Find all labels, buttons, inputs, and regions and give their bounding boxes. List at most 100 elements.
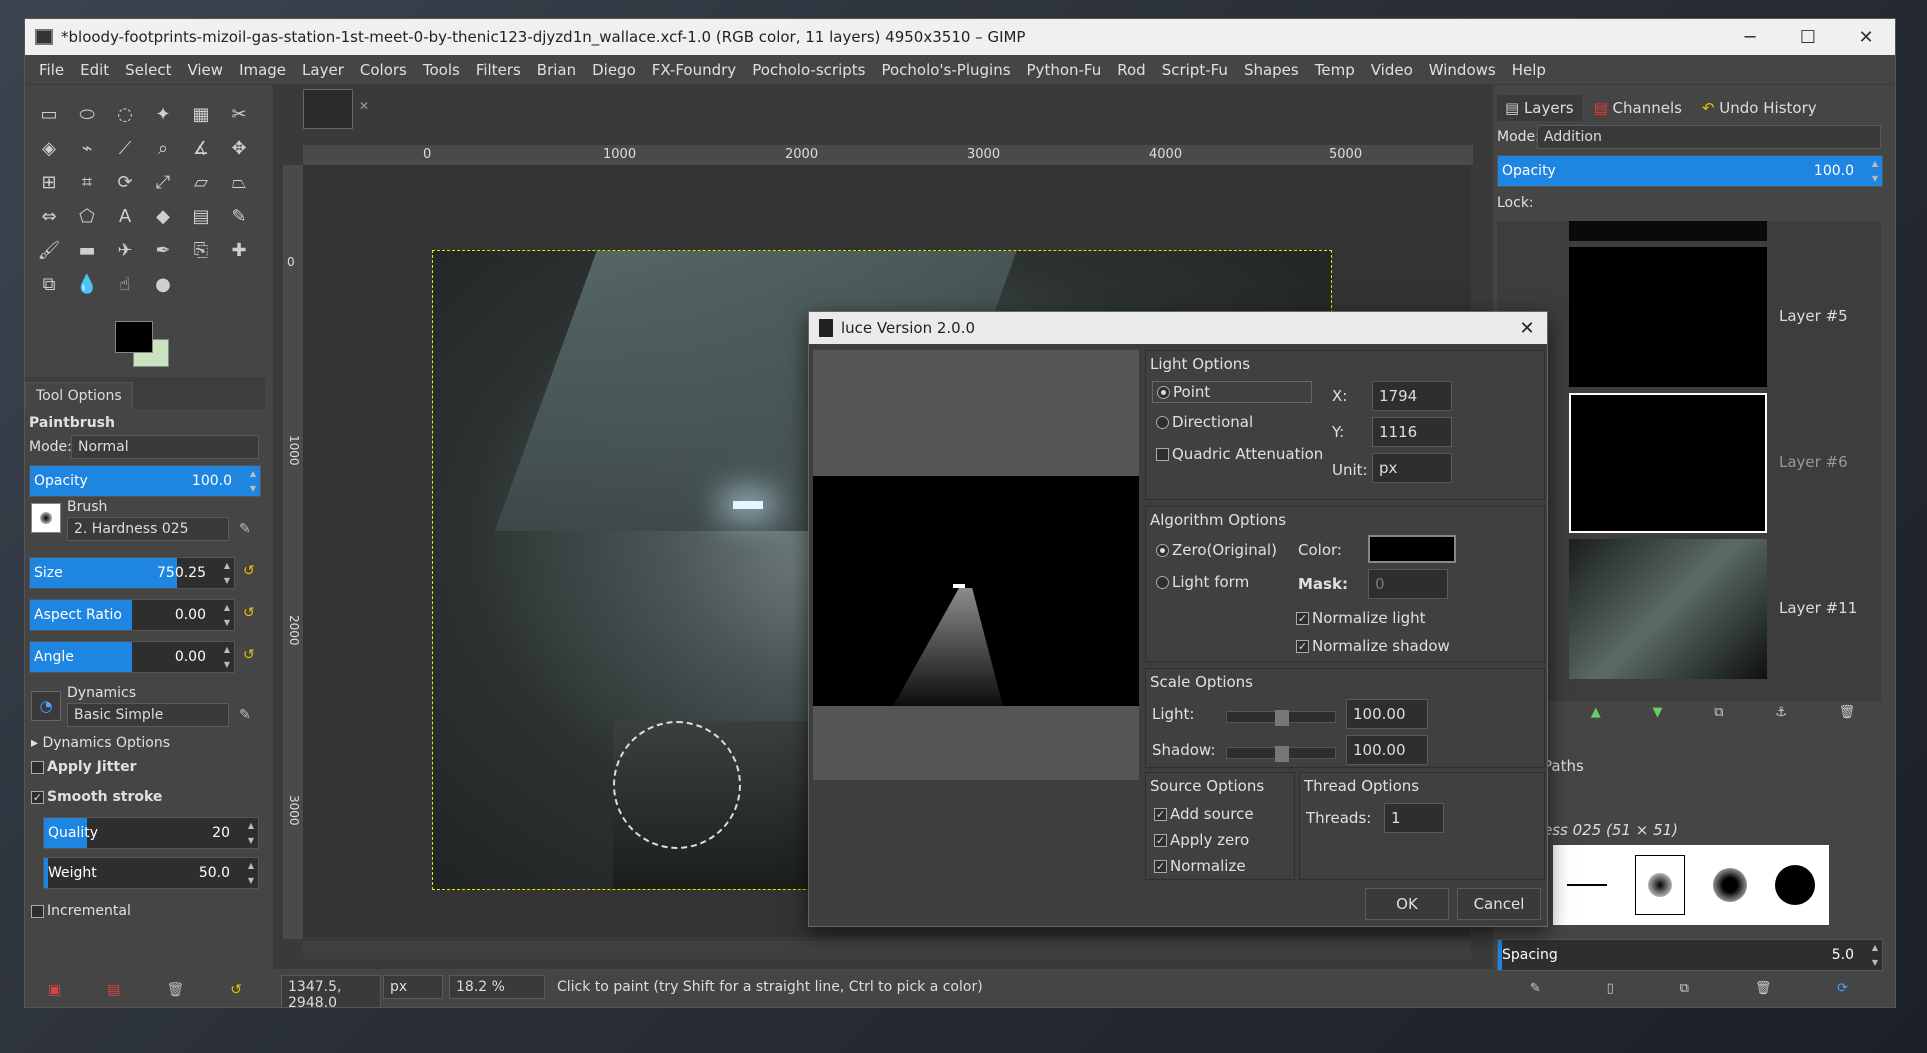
normalize-light-checkbox[interactable]: ✓ Normalize light (1296, 609, 1426, 627)
edit-brush-icon[interactable]: ✎ (1530, 981, 1541, 1005)
slider-handle[interactable] (1275, 710, 1289, 726)
x-input[interactable]: 1794 (1372, 381, 1452, 411)
gradient-icon[interactable]: ▤ (183, 199, 219, 233)
brush-item[interactable] (1775, 865, 1815, 905)
menu-shapes[interactable]: Shapes (1236, 61, 1307, 79)
menu-pocholo-scripts[interactable]: Pocholo-scripts (744, 61, 873, 79)
heal-icon[interactable]: ✚ (221, 233, 257, 267)
reset-angle-icon[interactable]: ↺ (243, 647, 255, 663)
layer-name[interactable]: Layer #5 (1779, 307, 1848, 325)
tab-paths[interactable]: Paths (1543, 757, 1584, 775)
eraser-icon[interactable]: ▬ (69, 233, 105, 267)
smooth-stroke-checkbox[interactable]: ✓ Smooth stroke (31, 789, 162, 805)
spin-arrows[interactable]: ▲ ▼ (1868, 940, 1882, 970)
edit-dynamics-icon[interactable]: ✎ (239, 707, 251, 723)
unit-dropdown[interactable]: px (1372, 453, 1452, 483)
dynamics-icon[interactable]: ◔ (31, 691, 61, 721)
reset-aspect-icon[interactable]: ↺ (243, 605, 255, 621)
text-icon[interactable]: A (107, 199, 143, 233)
perspective-icon[interactable]: ⏢ (221, 165, 257, 199)
tab-tool-options[interactable]: Tool Options (25, 382, 133, 409)
menu-brian[interactable]: Brian (529, 61, 584, 79)
raise-layer-icon[interactable]: ▲ (1591, 705, 1601, 729)
weight-slider[interactable]: Weight 50.0 ▲ ▼ (43, 857, 259, 889)
light-scale-input[interactable]: 100.00 (1346, 699, 1428, 729)
fg-bg-colors[interactable] (115, 321, 175, 371)
delete-layer-icon[interactable]: 🗑 (1839, 705, 1856, 729)
clone-icon[interactable]: ⎘ (183, 233, 219, 267)
menu-python-fu[interactable]: Python-Fu (1019, 61, 1110, 79)
light-form-radio[interactable]: Light form (1156, 573, 1249, 591)
brush-item-selected[interactable] (1635, 855, 1685, 915)
lower-layer-icon[interactable]: ▼ (1652, 705, 1662, 729)
image-tab-close-icon[interactable]: ✕ (359, 99, 369, 113)
spacing-slider[interactable]: Spacing 5.0 ▲ ▼ (1497, 939, 1883, 971)
menu-temp[interactable]: Temp (1307, 61, 1363, 79)
quadric-checkbox[interactable]: Quadric Attenuation (1156, 445, 1323, 463)
quality-slider[interactable]: Quality 20 ▲ ▼ (43, 817, 259, 849)
menu-edit[interactable]: Edit (72, 61, 117, 79)
brush-grid[interactable] (1553, 845, 1829, 925)
save-preset-icon[interactable]: ▣ (48, 982, 61, 998)
menu-pocholos-plugins[interactable]: Pocholo's-Plugins (873, 61, 1018, 79)
dynamics-options-expander[interactable]: ▸ Dynamics Options (31, 735, 170, 751)
spin-arrows[interactable]: ▲ ▼ (220, 642, 234, 672)
normalize-shadow-checkbox[interactable]: ✓ Normalize shadow (1296, 637, 1450, 655)
new-brush-icon[interactable]: ▯ (1607, 981, 1614, 1005)
y-input[interactable]: 1116 (1372, 417, 1452, 447)
tab-undo-history[interactable]: ↶ Undo History (1694, 95, 1825, 121)
dynamics-field[interactable]: Basic Simple (67, 703, 229, 727)
point-radio[interactable]: Point (1152, 381, 1312, 403)
maximize-button[interactable]: ☐ (1779, 27, 1837, 48)
horizontal-scrollbar[interactable] (303, 941, 1471, 959)
spin-arrows[interactable]: ▲ ▼ (220, 600, 234, 630)
tab-layers[interactable]: ▤ Layers (1497, 95, 1582, 121)
menu-colors[interactable]: Colors (352, 61, 415, 79)
spin-arrows[interactable]: ▲ ▼ (1868, 156, 1882, 186)
align-icon[interactable]: ⊞ (31, 165, 67, 199)
delete-preset-icon[interactable]: 🗑 (166, 982, 184, 998)
layer-thumbnail[interactable] (1569, 539, 1767, 679)
brush-item[interactable] (1713, 868, 1747, 902)
unit-dropdown[interactable]: px (383, 975, 443, 999)
brush-item[interactable] (1567, 884, 1607, 886)
move-icon[interactable]: ✥ (221, 131, 257, 165)
apply-zero-checkbox[interactable]: ✓ Apply zero (1154, 831, 1249, 849)
threads-dropdown[interactable]: 1 (1384, 803, 1444, 833)
layer-name[interactable]: Layer #11 (1779, 599, 1857, 617)
zoom-icon[interactable]: ⌕ (145, 131, 181, 165)
add-source-checkbox[interactable]: ✓ Add source (1154, 805, 1254, 823)
cage-icon[interactable]: ⬠ (69, 199, 105, 233)
perspective-clone-icon[interactable]: ⧉ (31, 267, 67, 301)
menu-diego[interactable]: Diego (584, 61, 644, 79)
menu-image[interactable]: Image (231, 61, 294, 79)
flip-icon[interactable]: ⇔ (31, 199, 67, 233)
shadow-scale-input[interactable]: 100.00 (1346, 735, 1428, 765)
anchor-layer-icon[interactable]: ⚓ (1775, 705, 1787, 729)
foreground-color[interactable] (115, 321, 153, 353)
angle-slider[interactable]: Angle 0.00 ▲ ▼ (29, 641, 235, 673)
foreground-select-icon[interactable]: ◈ (31, 131, 67, 165)
by-color-select-icon[interactable]: ▦ (183, 97, 219, 131)
restore-preset-icon[interactable]: ▤ (107, 982, 120, 998)
menu-tools[interactable]: Tools (415, 61, 468, 79)
spin-arrows[interactable]: ▲ ▼ (220, 558, 234, 588)
aspect-ratio-slider[interactable]: Aspect Ratio 0.00 ▲ ▼ (29, 599, 235, 631)
duplicate-brush-icon[interactable]: ⧉ (1680, 981, 1689, 1005)
smudge-icon[interactable]: ☝ (107, 267, 143, 301)
light-scale-slider[interactable] (1226, 710, 1336, 726)
menu-filters[interactable]: Filters (468, 61, 529, 79)
directional-radio[interactable]: Directional (1156, 413, 1253, 431)
pencil-icon[interactable]: ✎ (221, 199, 257, 233)
scale-icon[interactable]: ⤢ (145, 165, 181, 199)
crop-icon[interactable]: ⌗ (69, 165, 105, 199)
opacity-slider[interactable]: Opacity 100.0 ▲ ▼ (29, 465, 261, 497)
incremental-checkbox[interactable]: Incremental (31, 903, 131, 919)
tab-channels[interactable]: ▤ Channels (1586, 95, 1690, 121)
size-slider[interactable]: Size 750.25 ▲ ▼ (29, 557, 235, 589)
spin-arrows[interactable]: ▲ ▼ (246, 466, 260, 496)
menu-rod[interactable]: Rod (1109, 61, 1153, 79)
layer-thumbnail[interactable] (1569, 221, 1767, 241)
rotate-icon[interactable]: ⟳ (107, 165, 143, 199)
brush-preview-icon[interactable] (31, 503, 61, 533)
